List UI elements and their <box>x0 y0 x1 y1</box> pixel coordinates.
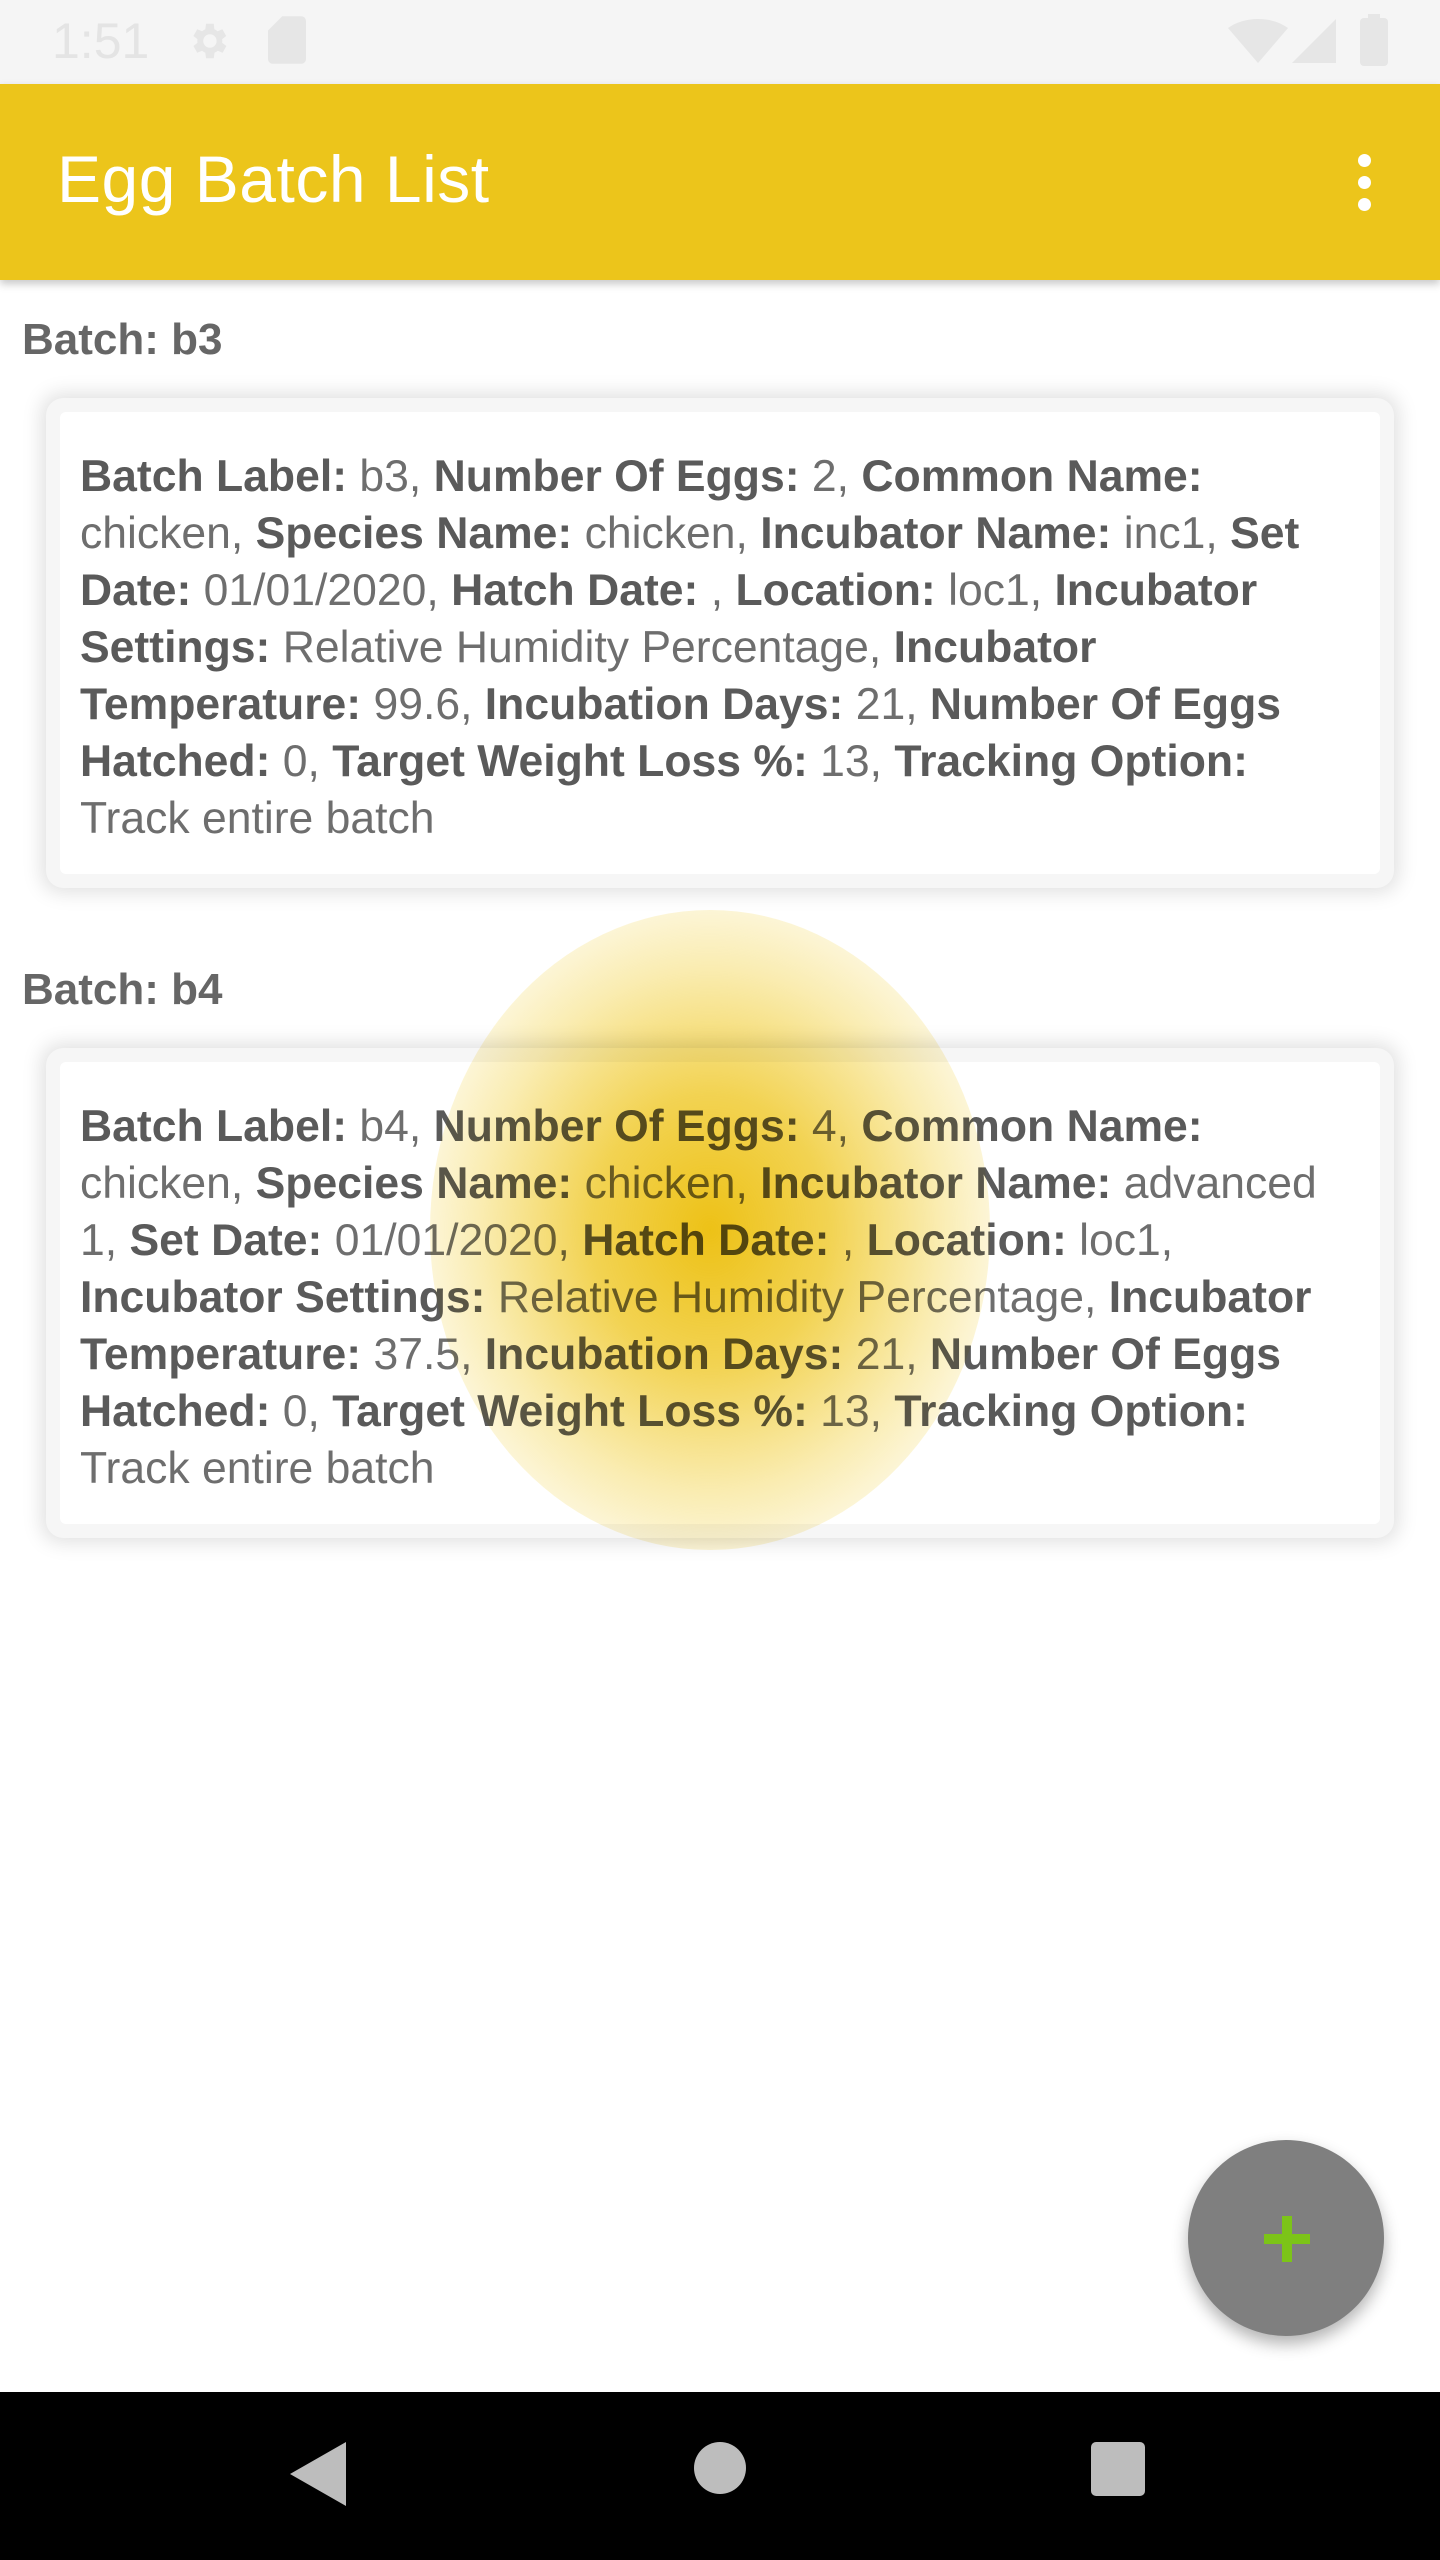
field-label: Hatch Date: <box>582 1216 830 1265</box>
field-value: Relative Humidity Percentage, <box>270 623 894 672</box>
field-label: Incubation Days: <box>484 680 844 729</box>
field-value: loc1, <box>935 566 1055 615</box>
field-label: Number Of Eggs: <box>433 452 800 501</box>
battery-icon <box>1360 14 1388 66</box>
field-value: inc1, <box>1111 509 1231 558</box>
menu-dot <box>1358 176 1371 189</box>
field-value: 99.6, <box>361 680 485 729</box>
field-value: 21, <box>843 1330 930 1379</box>
cell-signal-icon <box>1292 19 1336 63</box>
field-label: Incubation Days: <box>484 1330 844 1379</box>
field-label: Incubator Name: <box>760 509 1112 558</box>
field-label: Hatch Date: <box>451 566 699 615</box>
field-label: Location: <box>735 566 936 615</box>
field-label: Batch Label: <box>80 452 348 501</box>
field-value: 13, <box>807 737 895 786</box>
menu-dot <box>1358 154 1371 167</box>
field-label: Target Weight Loss %: <box>332 737 808 786</box>
field-value: loc1, <box>1066 1216 1174 1265</box>
field-value: 01/01/2020, <box>322 1216 583 1265</box>
field-value: 2, <box>799 452 862 501</box>
app-bar: Egg Batch List <box>0 84 1440 280</box>
field-label: Common Name: <box>861 1102 1203 1151</box>
back-icon[interactable] <box>290 2442 346 2506</box>
batch-card[interactable]: Batch Label: b4, Number Of Eggs: 4, Comm… <box>60 1062 1380 1524</box>
field-value: 37.5, <box>361 1330 485 1379</box>
field-label: Set Date: <box>129 1216 323 1265</box>
field-value: Track entire batch <box>80 794 435 843</box>
field-value: 01/01/2020, <box>191 566 452 615</box>
field-label: Tracking Option: <box>894 1387 1248 1436</box>
field-value: chicken, <box>572 509 761 558</box>
field-value: 13, <box>807 1387 895 1436</box>
status-time: 1:51 <box>52 13 150 69</box>
plus-icon <box>1264 2216 1310 2262</box>
field-value: b3, <box>347 452 434 501</box>
batch-details: Batch Label: b4, Number Of Eggs: 4, Comm… <box>80 1098 1362 1497</box>
field-label: Incubator Name: <box>760 1159 1112 1208</box>
field-value: chicken, <box>80 509 256 558</box>
field-label: Species Name: <box>255 509 573 558</box>
add-batch-button[interactable] <box>1188 2140 1384 2336</box>
batch-card[interactable]: Batch Label: b3, Number Of Eggs: 2, Comm… <box>60 412 1380 874</box>
batch-header: Batch: b4 <box>22 965 223 1014</box>
status-bar: 1:51 <box>0 0 1440 84</box>
more-vert-icon[interactable] <box>1336 140 1392 224</box>
home-icon[interactable] <box>694 2442 746 2494</box>
menu-dot <box>1358 198 1371 211</box>
field-value: Track entire batch <box>80 1444 435 1493</box>
navigation-bar <box>0 2392 1440 2560</box>
field-value: 0, <box>270 1387 333 1436</box>
field-value: Relative Humidity Percentage, <box>485 1273 1109 1322</box>
field-label: Species Name: <box>255 1159 573 1208</box>
field-value: 21, <box>843 680 930 729</box>
field-value: 4, <box>799 1102 862 1151</box>
field-value: , <box>698 566 736 615</box>
sd-card-icon <box>268 16 306 64</box>
field-label: Target Weight Loss %: <box>332 1387 808 1436</box>
field-value: , <box>829 1216 867 1265</box>
field-label: Common Name: <box>861 452 1203 501</box>
field-label: Batch Label: <box>80 1102 348 1151</box>
field-value: 0, <box>270 737 333 786</box>
field-value: chicken, <box>80 1159 256 1208</box>
batch-header: Batch: b3 <box>22 315 223 364</box>
field-label: Number Of Eggs: <box>433 1102 800 1151</box>
wifi-icon <box>1228 18 1288 63</box>
field-label: Tracking Option: <box>894 737 1248 786</box>
page-title: Egg Batch List <box>57 142 490 216</box>
field-value: b4, <box>347 1102 434 1151</box>
gear-icon <box>193 23 227 59</box>
field-label: Incubator Settings: <box>80 1273 486 1322</box>
batch-details: Batch Label: b3, Number Of Eggs: 2, Comm… <box>80 448 1362 847</box>
field-value: chicken, <box>572 1159 761 1208</box>
recents-icon[interactable] <box>1091 2442 1145 2496</box>
field-label: Location: <box>866 1216 1067 1265</box>
